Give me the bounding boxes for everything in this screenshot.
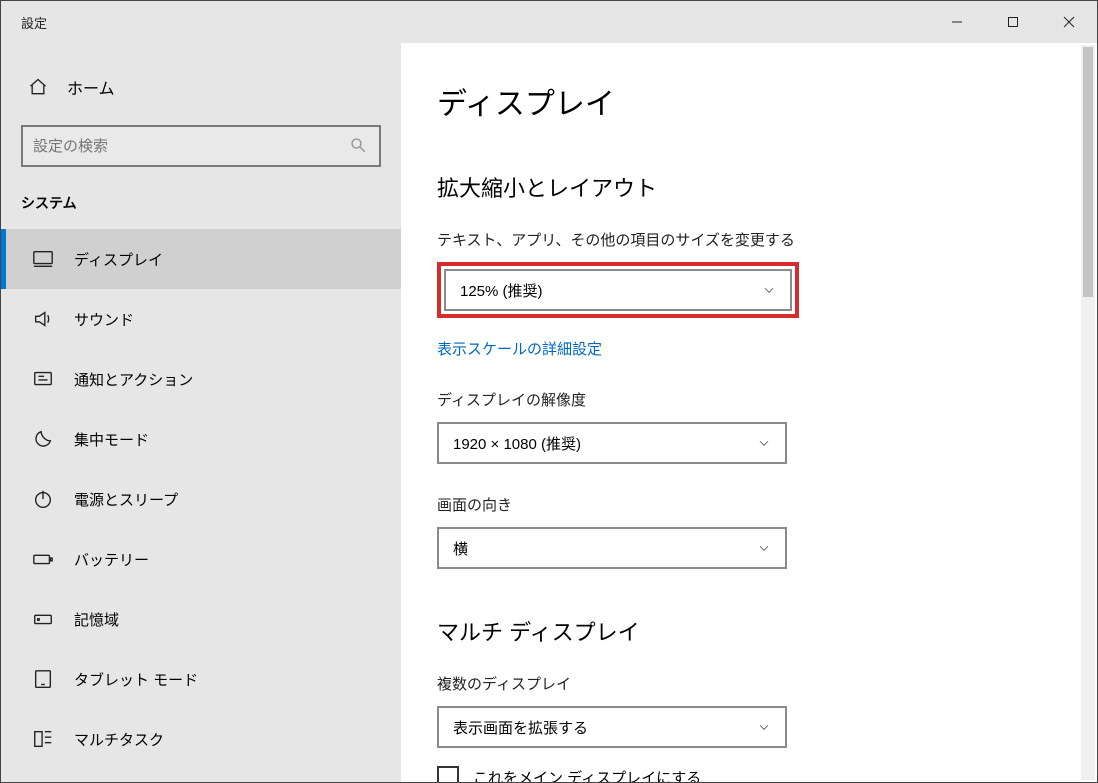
minimize-button[interactable] (929, 1, 985, 43)
content-area: ディスプレイ 拡大縮小とレイアウト テキスト、アプリ、その他の項目のサイズを変更… (401, 43, 1097, 782)
monitor-icon (32, 248, 54, 270)
nav-item-label: 集中モード (74, 429, 149, 450)
scrollbar[interactable] (1081, 45, 1095, 780)
nav-item-tablet[interactable]: タブレット モード (1, 649, 401, 709)
nav-item-sound[interactable]: サウンド (1, 289, 401, 349)
moon-icon (32, 428, 54, 450)
home-label: ホーム (67, 75, 115, 99)
maximize-icon (1007, 16, 1019, 28)
nav-list: ディスプレイ サウンド 通知とアクション 集中モード 電源とスリープ (1, 229, 401, 769)
title-bar: 設定 (1, 1, 1097, 43)
chevron-down-icon (762, 283, 776, 297)
nav-item-power[interactable]: 電源とスリープ (1, 469, 401, 529)
scrollbar-thumb[interactable] (1083, 47, 1093, 297)
search-input[interactable] (21, 125, 381, 167)
resolution-select[interactable]: 1920 × 1080 (推奨) (437, 422, 787, 464)
nav-item-label: 通知とアクション (74, 369, 193, 390)
home-button[interactable]: ホーム (1, 75, 401, 125)
main-display-checkbox-label: これをメイン ディスプレイにする (473, 767, 701, 783)
page-title: ディスプレイ (437, 79, 1057, 123)
home-icon (27, 76, 49, 98)
nav-item-display[interactable]: ディスプレイ (1, 229, 401, 289)
close-icon (1063, 16, 1075, 28)
battery-icon (32, 548, 54, 570)
window-body: ホーム システム ディスプレイ サウンド (1, 43, 1097, 782)
nav-item-label: サウンド (74, 309, 134, 330)
resolution-label: ディスプレイの解像度 (437, 389, 1057, 410)
orientation-value: 横 (453, 538, 468, 559)
window-controls (929, 1, 1097, 43)
multitask-icon (32, 728, 54, 750)
speaker-icon (32, 308, 54, 330)
nav-item-label: タブレット モード (74, 669, 198, 690)
sidebar-section-label: システム (1, 193, 401, 229)
multi-label: 複数のディスプレイ (437, 673, 1057, 694)
nav-item-label: ディスプレイ (74, 249, 163, 270)
search-field[interactable] (33, 138, 349, 155)
minimize-icon (951, 16, 963, 28)
scale-highlight: 125% (推奨) (437, 262, 799, 318)
notification-icon (32, 368, 54, 390)
scale-select[interactable]: 125% (推奨) (444, 269, 792, 311)
multi-display-value: 表示画面を拡張する (453, 717, 588, 738)
nav-item-notifications[interactable]: 通知とアクション (1, 349, 401, 409)
main-display-checkbox-row[interactable]: これをメイン ディスプレイにする (437, 766, 1057, 782)
tablet-icon (32, 668, 54, 690)
orientation-select[interactable]: 横 (437, 527, 787, 569)
chevron-down-icon (757, 436, 771, 450)
nav-item-battery[interactable]: バッテリー (1, 529, 401, 589)
multi-display-select[interactable]: 表示画面を拡張する (437, 706, 787, 748)
scale-label: テキスト、アプリ、その他の項目のサイズを変更する (437, 229, 1057, 250)
nav-item-label: マルチタスク (74, 729, 164, 750)
section-multi-heading: マルチ ディスプレイ (437, 615, 1057, 647)
power-icon (32, 488, 54, 510)
checkbox-icon[interactable] (437, 766, 459, 782)
nav-item-storage[interactable]: 記憶域 (1, 589, 401, 649)
scale-value: 125% (推奨) (460, 280, 543, 301)
window-title: 設定 (21, 13, 47, 32)
nav-item-label: 電源とスリープ (74, 489, 178, 510)
nav-item-multitask[interactable]: マルチタスク (1, 709, 401, 769)
nav-item-focus[interactable]: 集中モード (1, 409, 401, 469)
maximize-button[interactable] (985, 1, 1041, 43)
chevron-down-icon (757, 720, 771, 734)
close-button[interactable] (1041, 1, 1097, 43)
nav-item-label: バッテリー (74, 549, 149, 570)
nav-item-label: 記憶域 (74, 609, 119, 630)
sidebar: ホーム システム ディスプレイ サウンド (1, 43, 401, 782)
settings-window: 設定 ホーム (0, 0, 1098, 783)
orientation-label: 画面の向き (437, 494, 1057, 515)
resolution-value: 1920 × 1080 (推奨) (453, 433, 581, 454)
storage-icon (32, 608, 54, 630)
search-container (21, 125, 381, 167)
section-scale-heading: 拡大縮小とレイアウト (437, 171, 1057, 203)
chevron-down-icon (757, 541, 771, 555)
search-icon (349, 136, 369, 156)
advanced-scale-link[interactable]: 表示スケールの詳細設定 (437, 338, 602, 359)
